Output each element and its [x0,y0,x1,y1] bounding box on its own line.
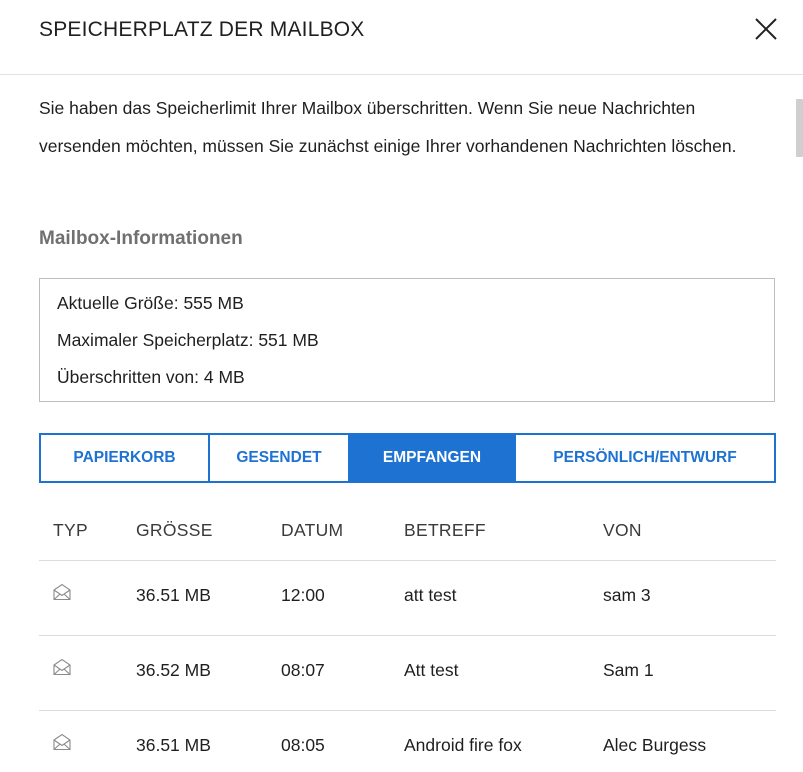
exceeded-by-text: Überschritten von: 4 MB [57,367,245,387]
dialog-title: SPEICHERPLATZ DER MAILBOX [39,18,365,41]
column-header-subject[interactable]: BETREFF [404,520,486,541]
folder-tabs: PAPIERKORB GESENDET EMPFANGEN PERSÖNLICH… [39,433,776,483]
scrollbar[interactable] [795,75,803,772]
scrollbar-thumb[interactable] [796,99,803,157]
row-date: 08:07 [281,660,325,680]
dialog-body: Sie haben das Speicherlimit Ihrer Mailbo… [0,75,803,772]
table-row[interactable]: 36.52 MB 08:07 Att test Sam 1 [39,636,776,711]
dialog-header: SPEICHERPLATZ DER MAILBOX [0,0,803,75]
envelope-icon [53,583,71,601]
tab-empfangen[interactable]: EMPFANGEN [350,435,516,481]
max-storage-text: Maximaler Speicherplatz: 551 MB [57,330,319,350]
row-date: 08:05 [281,735,325,755]
envelope-icon [53,733,71,751]
close-icon[interactable] [751,14,781,44]
row-from: Sam 1 [603,660,654,680]
current-size-text: Aktuelle Größe: 555 MB [57,293,244,313]
mailbox-info-heading: Mailbox-Informationen [39,228,243,249]
intro-text: Sie haben das Speicherlimit Ihrer Mailbo… [39,98,737,156]
envelope-icon [53,658,71,676]
column-header-size[interactable]: GRÖSSE [136,520,213,541]
tab-gesendet[interactable]: GESENDET [210,435,350,481]
row-from: sam 3 [603,585,651,605]
row-size: 36.51 MB [136,735,211,755]
mailbox-info-box: Aktuelle Größe: 555 MB Maximaler Speiche… [39,278,775,402]
column-header-from[interactable]: VON [603,520,642,541]
table-header: TYP GRÖSSE DATUM BETREFF VON [39,505,776,561]
row-subject: Att test [404,660,459,680]
table-row[interactable]: 36.51 MB 08:05 Android fire fox Alec Bur… [39,711,776,772]
table-row[interactable]: 36.51 MB 12:00 att test sam 3 [39,561,776,636]
column-header-type[interactable]: TYP [53,520,88,541]
close-button[interactable] [751,14,781,44]
tab-persoenlich-entwurf[interactable]: PERSÖNLICH/ENTWURF [516,435,774,481]
row-from: Alec Burgess [603,735,707,755]
row-subject: att test [404,585,457,605]
column-header-date[interactable]: DATUM [281,520,343,541]
row-size: 36.52 MB [136,660,211,680]
row-date: 12:00 [281,585,325,605]
row-size: 36.51 MB [136,585,211,605]
tab-papierkorb[interactable]: PAPIERKORB [41,435,210,481]
row-subject: Android fire fox [404,735,522,755]
